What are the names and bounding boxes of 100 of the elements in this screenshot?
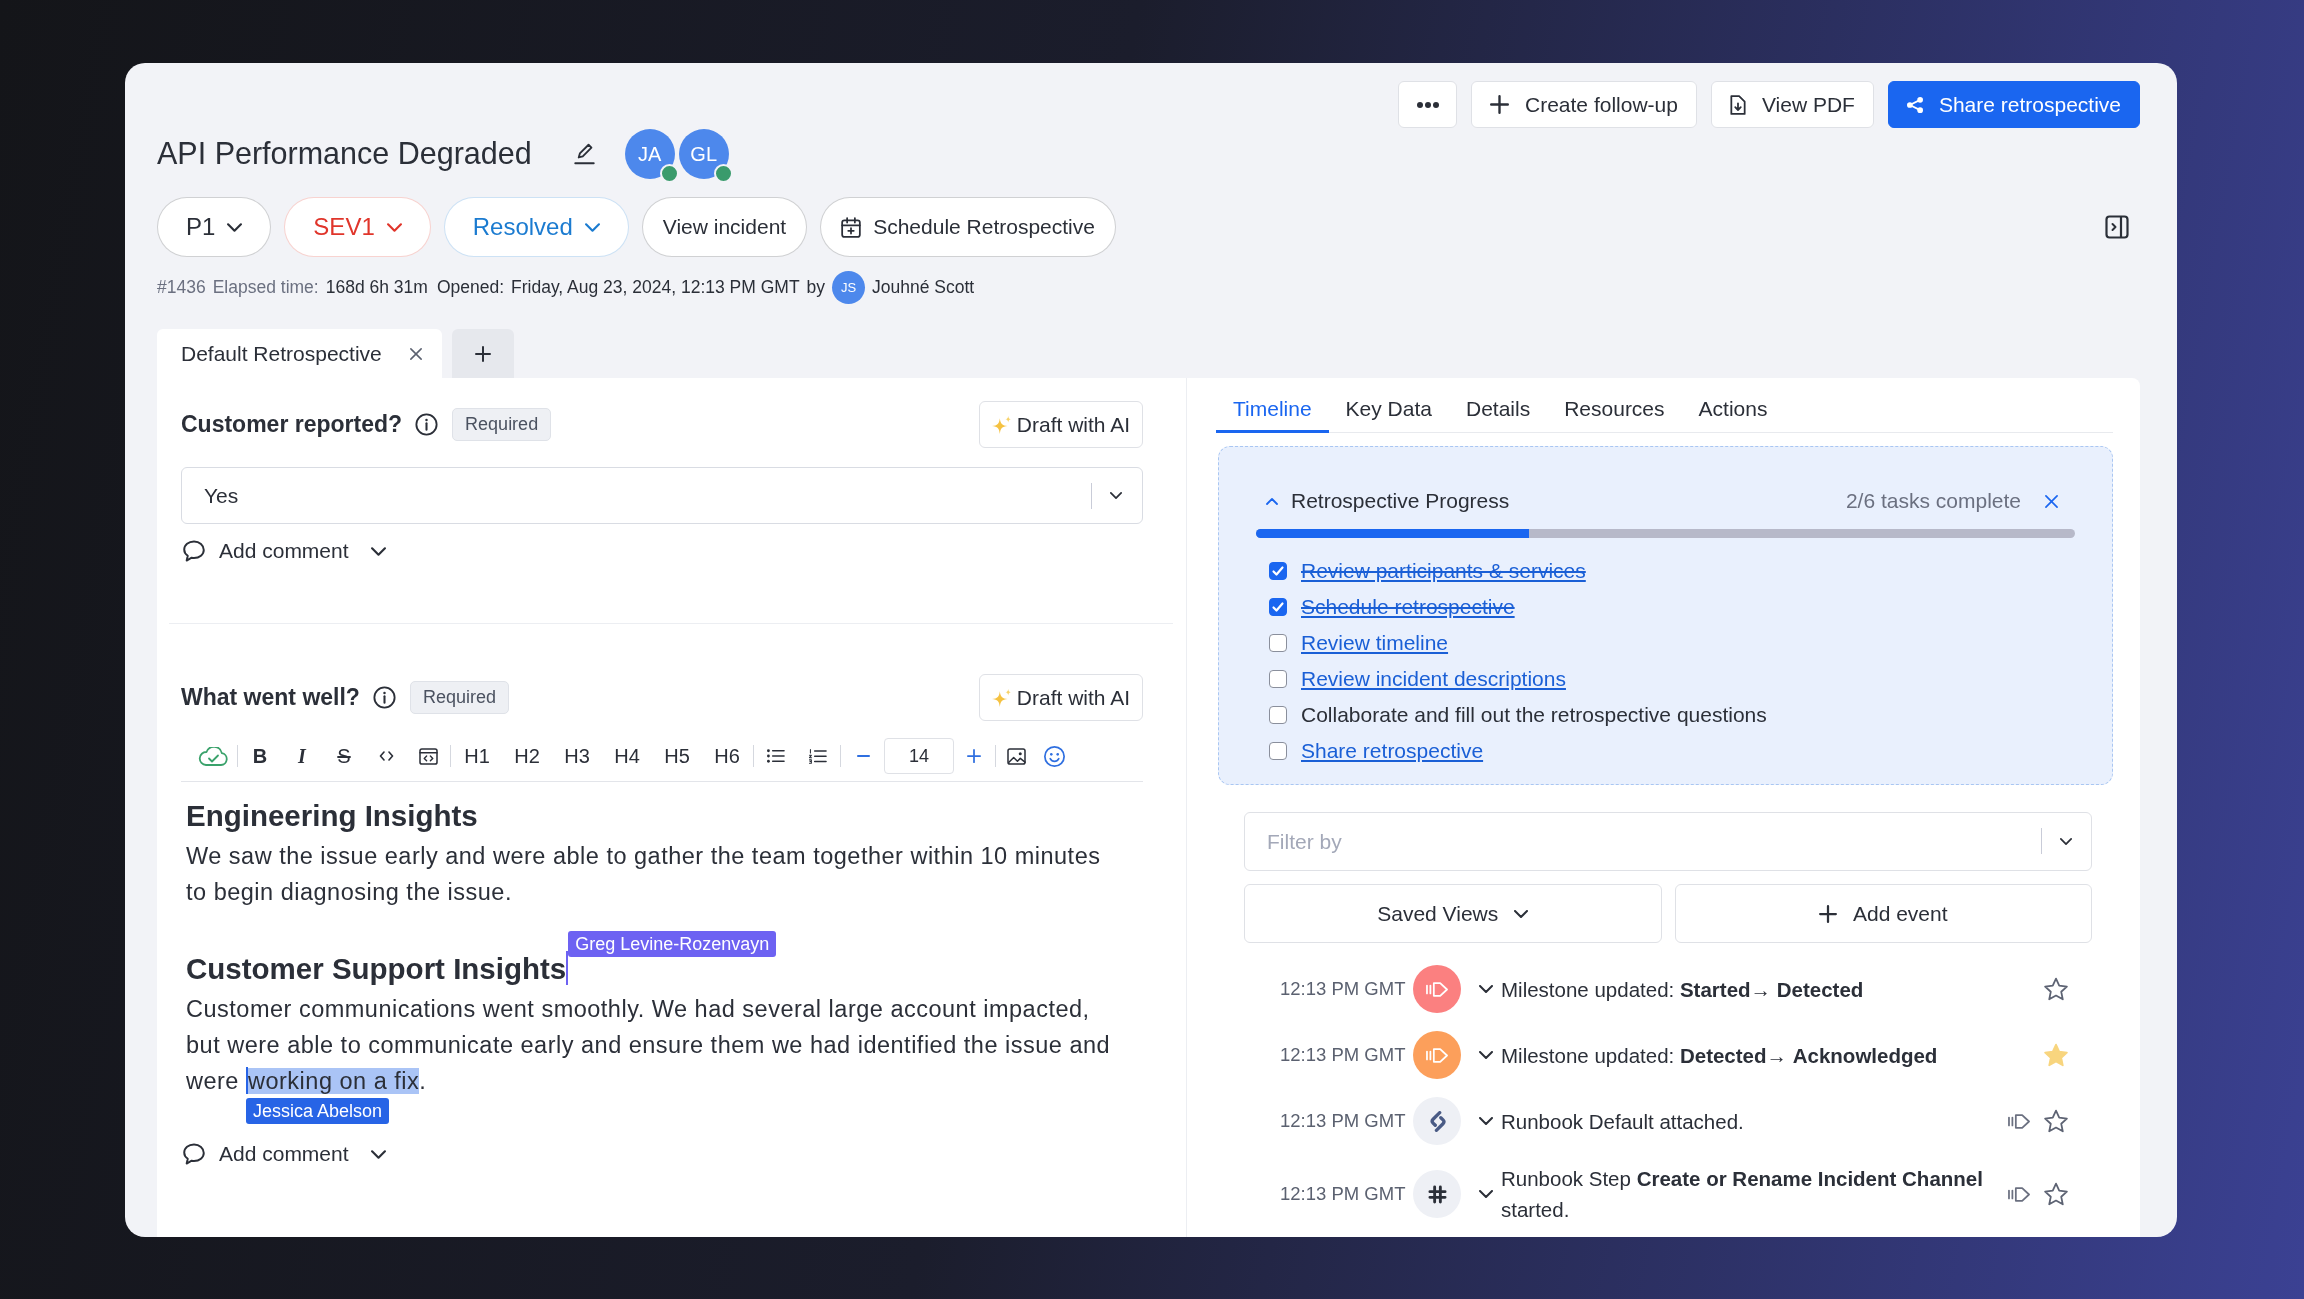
checkbox[interactable] [1269, 670, 1287, 688]
draft-with-ai-button[interactable]: Draft with AI [978, 401, 1143, 448]
event-text: Runbook Default attached. [1501, 1108, 1745, 1135]
plus-icon [1818, 904, 1837, 923]
elapsed-label: Elapsed time: [212, 276, 319, 300]
follow-up-button[interactable]: Create follow-up [1471, 81, 1697, 128]
task-text: Collaborate and fill out the retrospective questions [1301, 702, 1767, 729]
checkbox[interactable] [1269, 598, 1287, 616]
code-icon[interactable] [378, 751, 394, 761]
sparkle-icon [991, 688, 1011, 707]
close-icon[interactable] [2045, 494, 2058, 508]
heading-button[interactable]: H6 [702, 739, 752, 773]
chevron-down-icon[interactable] [1479, 1051, 1493, 1059]
editor-paragraph: Customer communications went smoothly. We had several large account impacted, but were able to communicate early and ensure them we had identified the issue and were working on a fix. [186, 995, 1112, 1097]
author-name: Jouhné Scott [872, 276, 975, 300]
avatar: JA [624, 129, 675, 179]
dropdown-button[interactable]: P1 [157, 197, 272, 257]
star-icon[interactable] [2043, 1042, 2069, 1068]
chevron-down-icon[interactable] [370, 1149, 386, 1159]
select-field[interactable]: Yes [181, 467, 1143, 524]
checkbox[interactable] [1269, 706, 1287, 724]
panel-tab[interactable]: Actions [1681, 397, 1785, 433]
heading-button[interactable]: H3 [552, 739, 602, 773]
task-link[interactable]: Review participants & services [1301, 555, 1586, 587]
panel-tab[interactable]: Resources [1547, 397, 1682, 433]
bullet-list-icon[interactable] [767, 749, 785, 763]
filter-field[interactable]: Filter by [1244, 812, 2092, 871]
pill-button[interactable]: View incident [641, 197, 808, 257]
checkbox[interactable] [1269, 742, 1287, 760]
chevron-down-icon[interactable] [1479, 1117, 1493, 1125]
pdf-button[interactable]: View PDF [1710, 81, 1874, 128]
editor-paragraph: We saw the issue early and were able to gather the team together within 10 minutes to begin diagnosing the issue. [186, 842, 1102, 907]
task-link[interactable]: Schedule retrospective [1301, 591, 1515, 623]
chevron-down-icon[interactable] [1479, 1190, 1493, 1198]
incident-title: API Performance Degraded [157, 135, 532, 173]
plus-icon[interactable] [967, 749, 981, 763]
panel-tab[interactable]: Details [1448, 397, 1548, 433]
chevron-down-icon [584, 222, 600, 232]
checkbox[interactable] [1269, 562, 1287, 580]
close-icon[interactable] [409, 347, 422, 360]
collaborator-name-label: Greg Levine-Rozenvayn [568, 931, 777, 957]
chevron-down-icon[interactable] [1479, 985, 1493, 993]
code-block-icon[interactable] [418, 747, 438, 765]
event-time: 12:13 PM GMT [1280, 977, 1407, 1002]
task-link[interactable]: Review timeline [1301, 627, 1449, 659]
info-icon[interactable] [415, 413, 439, 436]
strikethrough-button[interactable]: S [323, 739, 365, 773]
minus-icon[interactable] [856, 755, 870, 757]
task-link[interactable]: Review incident descriptions [1301, 663, 1566, 695]
heading-button[interactable]: H1 [452, 739, 502, 773]
star-icon[interactable] [2043, 1108, 2069, 1134]
font-size-field[interactable]: 14 [884, 738, 954, 774]
arrow-icon[interactable] [2008, 1186, 2030, 1202]
chevron-down-icon[interactable] [2060, 838, 2072, 845]
share-button[interactable]: Share retrospective [1887, 81, 2140, 128]
by-label: by [806, 276, 826, 300]
more-button[interactable] [1398, 81, 1457, 128]
heading-button[interactable]: H2 [502, 739, 552, 773]
italic-button[interactable]: I [281, 739, 323, 773]
chevron-down-icon [1514, 909, 1529, 918]
schedule-button[interactable]: Schedule Retrospective [820, 197, 1116, 257]
plus-icon [1490, 95, 1509, 114]
dropdown-button[interactable]: Resolved [443, 197, 629, 257]
add-comment-button[interactable]: Add comment [183, 535, 349, 567]
saved-views-button[interactable]: Saved Views [1244, 884, 1662, 943]
collaborator-name-label: Jessica Abelson [245, 1097, 390, 1124]
opened-date: Friday, Aug 23, 2024, 12:13 PM GMT [511, 276, 800, 300]
caret-icon[interactable] [1266, 497, 1278, 505]
sidebar-toggle-icon[interactable] [2105, 215, 2129, 239]
star-icon[interactable] [2043, 976, 2069, 1002]
question-label: What went well? [181, 683, 360, 713]
progress-title: Retrospective Progress [1291, 488, 1510, 515]
chevron-down-icon [227, 222, 243, 232]
add-event-button[interactable]: Add event [1674, 884, 2092, 943]
star-icon[interactable] [2043, 1181, 2069, 1207]
chevron-down-icon [386, 222, 402, 232]
arrow-icon[interactable] [2008, 1113, 2030, 1129]
panel-tab[interactable]: Timeline [1216, 397, 1329, 433]
elapsed-time: 168d 6h 31m [325, 276, 428, 300]
chevron-down-icon[interactable] [370, 546, 386, 556]
emoji-icon[interactable] [1043, 745, 1065, 767]
draft-with-ai-button[interactable]: Draft with AI [978, 674, 1143, 721]
event-time: 12:13 PM GMT [1280, 1043, 1407, 1068]
heading-button[interactable]: H5 [652, 739, 702, 773]
panel-tab[interactable]: Key Data [1328, 397, 1449, 433]
avatar: JS [832, 271, 866, 304]
edit-icon[interactable] [573, 143, 595, 165]
avatar: GL [678, 129, 729, 179]
checkbox[interactable] [1269, 634, 1287, 652]
task-link[interactable]: Share retrospective [1301, 735, 1484, 767]
sparkle-icon [991, 415, 1011, 434]
retrospective-tab[interactable]: Default Retrospective [157, 329, 442, 378]
bold-button[interactable]: B [239, 739, 281, 773]
add-comment-button[interactable]: Add comment [183, 1138, 349, 1170]
heading-button[interactable]: H4 [602, 739, 652, 773]
info-icon[interactable] [372, 686, 396, 709]
numbered-list-icon[interactable] [809, 748, 827, 764]
dropdown-button[interactable]: SEV1 [284, 197, 431, 257]
plus-icon [474, 345, 491, 362]
image-icon[interactable] [1006, 747, 1026, 765]
